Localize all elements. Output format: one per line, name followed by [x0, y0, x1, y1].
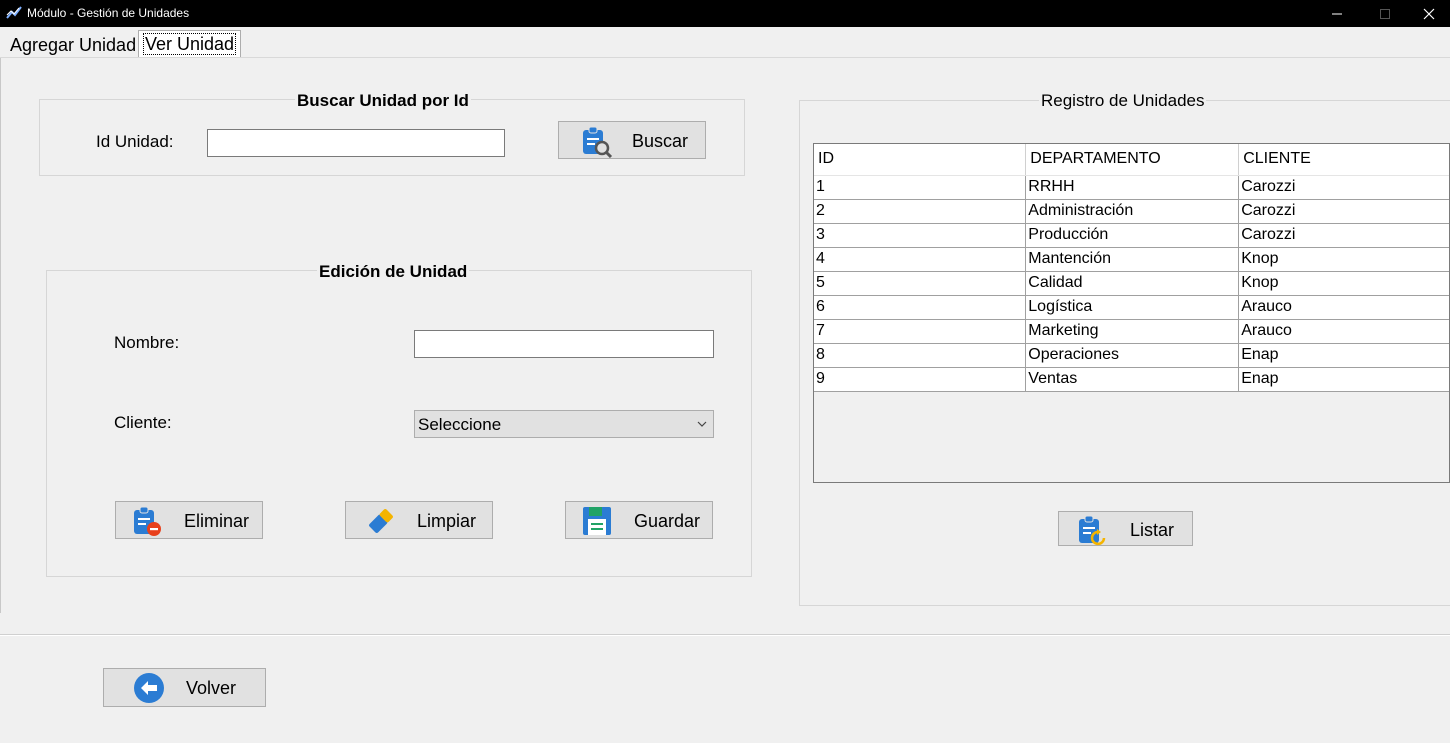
maximize-button[interactable]: [1362, 0, 1408, 27]
title-bar: Módulo - Gestión de Unidades: [0, 0, 1450, 27]
listar-button-label: Listar: [1130, 520, 1175, 540]
cell-departamento: Operaciones: [1025, 343, 1240, 368]
column-header-cliente[interactable]: CLIENTE: [1238, 144, 1449, 176]
table-row[interactable]: 2 Administración Carozzi: [814, 199, 1449, 224]
save-icon: [583, 507, 611, 535]
cell-id: 8: [814, 343, 1027, 368]
clipboard-refresh-icon: [1079, 515, 1106, 546]
cell-departamento: Ventas: [1025, 367, 1240, 392]
cell-id: 9: [814, 367, 1027, 392]
cell-id: 2: [814, 199, 1027, 224]
cell-departamento: Producción: [1025, 223, 1240, 248]
listar-button[interactable]: Listar: [1058, 511, 1193, 546]
cell-departamento: Mantención: [1025, 247, 1240, 272]
cell-id: 3: [814, 223, 1027, 248]
column-header-departamento[interactable]: DEPARTAMENTO: [1025, 144, 1240, 176]
cell-cliente: Knop: [1238, 271, 1449, 296]
cell-id: 4: [814, 247, 1027, 272]
cell-departamento: Logística: [1025, 295, 1240, 320]
tab-ver-unidad-label: Ver Unidad: [143, 33, 237, 55]
cell-cliente: Enap: [1238, 343, 1449, 368]
tab-agregar-unidad[interactable]: Agregar Unidad: [6, 32, 140, 58]
frame-edge: [0, 58, 3, 613]
search-group-title: Buscar Unidad por Id: [295, 91, 471, 111]
cell-cliente: Enap: [1238, 367, 1449, 392]
cliente-select-value: Seleccione: [418, 415, 502, 434]
footer-separator: [0, 634, 1450, 636]
cell-cliente: Carozzi: [1238, 175, 1449, 200]
cell-cliente: Arauco: [1238, 295, 1449, 320]
registry-group-title: Registro de Unidades: [1039, 91, 1207, 111]
cell-cliente: Carozzi: [1238, 199, 1449, 224]
cell-id: 6: [814, 295, 1027, 320]
tab-strip: Agregar Unidad Ver Unidad: [0, 27, 1450, 58]
table-header-row: ID DEPARTAMENTO CLIENTE: [814, 144, 1449, 176]
close-icon: [1423, 8, 1435, 19]
clipboard-remove-icon: [134, 506, 161, 536]
minimize-button[interactable]: [1314, 0, 1360, 27]
units-table[interactable]: ID DEPARTAMENTO CLIENTE 1 RRHH Carozzi 2 Ad…: [813, 143, 1450, 483]
table-row[interactable]: 9 Ventas Enap: [814, 367, 1449, 392]
cell-id: 5: [814, 271, 1027, 296]
limpiar-button[interactable]: Limpiar: [345, 501, 493, 539]
buscar-button-label: Buscar: [632, 131, 689, 151]
minimize-icon: [1332, 13, 1342, 14]
eliminar-button-label: Eliminar: [184, 511, 250, 531]
table-row[interactable]: 1 RRHH Carozzi: [814, 175, 1449, 200]
cell-id: 7: [814, 319, 1027, 344]
cell-id: 1: [814, 175, 1027, 200]
eraser-icon: [369, 509, 393, 533]
cell-cliente: Arauco: [1238, 319, 1449, 344]
eliminar-button[interactable]: Eliminar: [115, 501, 263, 539]
guardar-button-label: Guardar: [634, 511, 701, 531]
nombre-input[interactable]: [414, 330, 714, 358]
guardar-button[interactable]: Guardar: [565, 501, 713, 539]
app-icon: [6, 6, 22, 19]
chevron-down-icon: [697, 421, 707, 427]
buscar-button[interactable]: Buscar: [558, 121, 706, 159]
cell-departamento: Marketing: [1025, 319, 1240, 344]
table-row[interactable]: 8 Operaciones Enap: [814, 343, 1449, 368]
maximize-icon: [1380, 8, 1390, 19]
id-unidad-input[interactable]: [207, 129, 505, 157]
volver-button-label: Volver: [186, 678, 237, 698]
volver-button[interactable]: Volver: [103, 668, 266, 707]
cell-cliente: Knop: [1238, 247, 1449, 272]
tab-ver-unidad[interactable]: Ver Unidad: [138, 30, 242, 57]
table-row[interactable]: 5 Calidad Knop: [814, 271, 1449, 296]
cliente-label: Cliente:: [114, 413, 172, 432]
table-row[interactable]: 4 Mantención Knop: [814, 247, 1449, 272]
clipboard-search-icon: [583, 126, 613, 158]
cell-departamento: RRHH: [1025, 175, 1240, 200]
id-unidad-label: Id Unidad:: [96, 132, 174, 151]
close-button[interactable]: [1406, 0, 1450, 27]
cell-departamento: Administración: [1025, 199, 1240, 224]
cliente-select[interactable]: Seleccione: [414, 410, 714, 438]
column-header-id[interactable]: ID: [814, 144, 1027, 176]
window-title: Módulo - Gestión de Unidades: [27, 6, 190, 20]
table-row[interactable]: 7 Marketing Arauco: [814, 319, 1449, 344]
nombre-label: Nombre:: [114, 333, 180, 352]
table-row[interactable]: 3 Producción Carozzi: [814, 223, 1449, 248]
table-row[interactable]: 6 Logística Arauco: [814, 295, 1449, 320]
cell-cliente: Carozzi: [1238, 223, 1449, 248]
back-arrow-icon: [134, 673, 164, 703]
cell-departamento: Calidad: [1025, 271, 1240, 296]
edit-group-title: Edición de Unidad: [317, 262, 470, 282]
limpiar-button-label: Limpiar: [417, 511, 477, 531]
